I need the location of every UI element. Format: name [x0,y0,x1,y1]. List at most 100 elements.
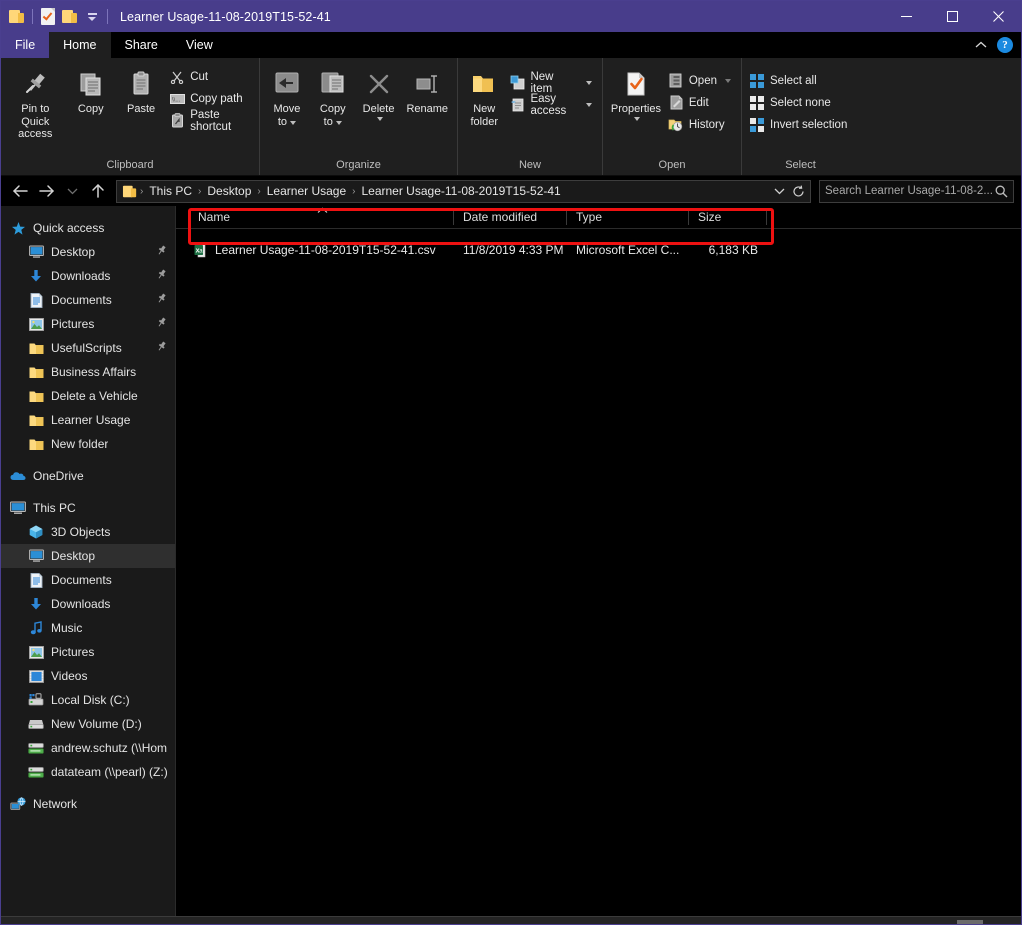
sidebar-item-documents[interactable]: Documents [1,568,175,592]
column-header-type[interactable]: Type [567,206,689,228]
qat-properties-icon[interactable] [39,8,57,26]
up-button[interactable] [86,179,110,203]
delete-button[interactable]: Delete [356,64,402,124]
history-button[interactable]: History [665,114,737,135]
new-item-button[interactable]: New item [506,71,598,95]
sidebar-item-videos[interactable]: Videos [1,664,175,688]
forward-button[interactable] [34,179,58,203]
sidebar-item-desktop-qa[interactable]: Desktop [1,240,175,264]
maximize-button[interactable] [929,1,975,32]
sidebar-item-documents-qa[interactable]: Documents [1,288,175,312]
sidebar-item-new-volume-d[interactable]: New Volume (D:) [1,712,175,736]
sidebar-item-pictures-qa[interactable]: Pictures [1,312,175,336]
easy-access-caret-icon[interactable] [586,102,592,107]
select-none-button[interactable]: Select none [746,92,853,113]
cut-button[interactable]: Cut [166,66,255,87]
tab-share[interactable]: Share [111,32,172,58]
sidebar-item-pictures[interactable]: Pictures [1,640,175,664]
pin-to-quick-access-button[interactable]: Pin to Quick access [5,64,66,144]
properties-button[interactable]: Properties [607,64,665,124]
breadcrumb-folder-icon[interactable] [122,185,137,198]
breadcrumb-bar[interactable]: › This PC › Desktop › Learner Usage › Le… [116,179,811,203]
invert-selection-button[interactable]: Invert selection [746,114,853,135]
pin-icon[interactable] [156,341,167,355]
sidebar-item-this-pc[interactable]: This PC [1,496,175,520]
network-icon [9,795,27,813]
minimize-button[interactable] [883,1,929,32]
search-input[interactable] [825,185,995,197]
refresh-icon[interactable] [788,185,808,198]
sidebar-item-downloads-qa[interactable]: Downloads [1,264,175,288]
address-dropdown-icon[interactable] [770,187,788,195]
pin-icon[interactable] [156,245,167,259]
sidebar-item-new-folder[interactable]: New folder [1,432,175,456]
rename-icon [412,67,442,101]
large-icons-view-button[interactable] [985,920,1011,924]
qat-new-folder-icon[interactable] [61,8,79,26]
explorer-body: Quick access Desktop Downloads Documents… [1,206,1021,916]
copy-path-button[interactable]: \\... Copy path [166,88,255,109]
sidebar-item-business-affairs[interactable]: Business Affairs [1,360,175,384]
open-caret-icon[interactable] [725,78,731,83]
paste-button[interactable]: Paste [116,64,166,119]
new-folder-button[interactable]: New folder [462,64,506,131]
thispc-icon [9,499,27,517]
view-mode-buttons [957,919,1021,924]
open-button[interactable]: Open [665,70,737,91]
collapse-ribbon-icon[interactable] [971,36,991,54]
recent-locations-button[interactable] [60,179,84,203]
navigation-pane[interactable]: Quick access Desktop Downloads Documents… [1,206,176,916]
sidebar-item-desktop[interactable]: Desktop [1,544,175,568]
sidebar-item-music[interactable]: Music [1,616,175,640]
sidebar-label: This PC [33,501,76,515]
sidebar-item-delete-a-vehicle[interactable]: Delete a Vehicle [1,384,175,408]
sidebar-item-local-disk-c[interactable]: Local Disk (C:) [1,688,175,712]
sidebar-item-usefulscripts[interactable]: UsefulScripts [1,336,175,360]
rename-button[interactable]: Rename [401,64,453,119]
qat-customize-dropdown-icon[interactable] [83,8,101,26]
invert-selection-label: Invert selection [770,118,848,131]
move-to-button[interactable]: Move to [264,64,310,131]
easy-access-button[interactable]: Easy access [506,93,598,117]
file-name-cell[interactable]: x a Learner Usage-11-08-2019T15-52-41.cs… [189,242,454,258]
qat-folder-icon[interactable] [8,8,26,26]
sidebar-item-andrew-schutz-network-drive[interactable]: andrew.schutz (\\Hom [1,736,175,760]
sidebar-item-learner-usage[interactable]: Learner Usage [1,408,175,432]
tab-view[interactable]: View [172,32,227,58]
edit-button[interactable]: Edit [665,92,737,113]
details-view-button[interactable] [957,919,983,924]
breadcrumb-item-learner-usage[interactable]: Learner Usage [262,184,351,198]
tab-home[interactable]: Home [49,32,111,58]
back-button[interactable] [8,179,32,203]
search-box[interactable] [819,179,1014,203]
search-icon[interactable] [995,185,1008,198]
new-item-caret-icon[interactable] [586,80,592,85]
column-header-name[interactable]: Name [189,206,454,228]
select-all-button[interactable]: Select all [746,70,853,91]
qat-separator-1 [32,9,33,24]
sidebar-item-datateam-network-drive[interactable]: datateam (\\pearl) (Z:) [1,760,175,784]
pin-icon[interactable] [156,317,167,331]
sidebar-item-network[interactable]: Network [1,792,175,816]
tab-file[interactable]: File [1,32,50,58]
breadcrumb-item-current-folder[interactable]: Learner Usage-11-08-2019T15-52-41 [356,184,565,198]
sidebar-item-onedrive[interactable]: OneDrive [1,464,175,488]
column-header-size[interactable]: Size [689,206,767,228]
close-button[interactable] [975,1,1021,32]
sidebar-item-3d-objects[interactable]: 3D Objects [1,520,175,544]
copy-to-button[interactable]: Copy to [310,64,356,131]
copy-button[interactable]: Copy [66,64,116,119]
pin-icon[interactable] [156,293,167,307]
sidebar-item-quick-access[interactable]: Quick access [1,216,175,240]
file-list-pane[interactable]: Name Date modified Type Size x a Learner… [176,206,1021,916]
breadcrumb-item-desktop[interactable]: Desktop [202,184,256,198]
sidebar-item-downloads[interactable]: Downloads [1,592,175,616]
pin-icon[interactable] [156,269,167,283]
breadcrumb-item-this-pc[interactable]: This PC [144,184,197,198]
sidebar-label: Downloads [51,597,111,611]
help-icon[interactable]: ? [997,37,1013,53]
paste-shortcut-button[interactable]: Paste shortcut [166,109,255,133]
table-row[interactable]: x a Learner Usage-11-08-2019T15-52-41.cs… [176,237,1021,262]
excel-csv-icon: x a [194,242,209,258]
column-header-date-modified[interactable]: Date modified [454,206,567,228]
